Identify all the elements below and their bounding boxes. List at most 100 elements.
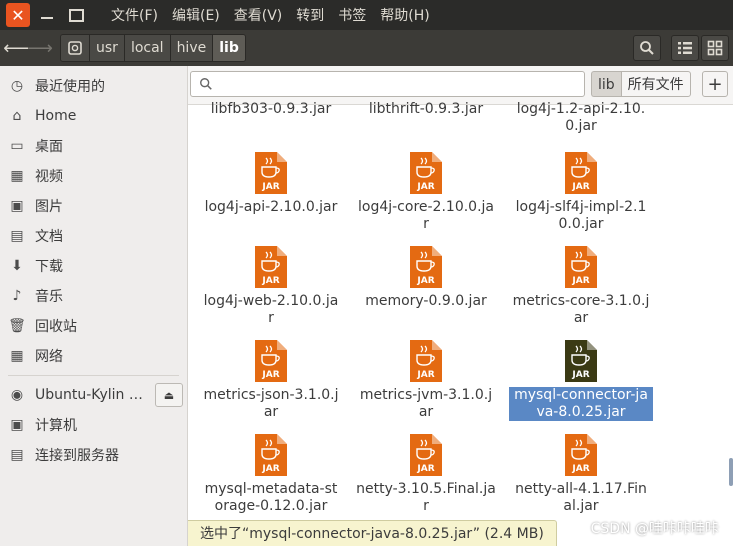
network-icon: ▦	[10, 348, 24, 364]
file-item[interactable]: JAR metrics-core-3.1.0.jar	[506, 244, 656, 327]
jar-label: JAR	[262, 370, 280, 380]
jar-file-icon: JAR	[408, 432, 444, 478]
file-name: mysql-connector-java-8.0.25.jar	[509, 387, 653, 421]
file-name: libfb303-0.9.3.jar	[210, 101, 332, 117]
sidebar-item[interactable]: ▣ 图片	[0, 191, 187, 221]
menu-item[interactable]: 书签	[331, 5, 373, 25]
breadcrumb-hive[interactable]: hive	[170, 35, 214, 61]
sidebar-item[interactable]: ▤ 文档	[0, 221, 187, 251]
file-name: metrics-core-3.1.0.jar	[512, 293, 650, 326]
sidebar-item-label: 回收站	[35, 319, 77, 335]
grid-view-button[interactable]	[701, 35, 729, 61]
jar-label: JAR	[572, 276, 590, 286]
breadcrumb: usr local hive lib	[60, 34, 246, 62]
back-button[interactable]: ⟵	[3, 35, 29, 61]
sidebar-item[interactable]: ◷ 最近使用的	[0, 71, 187, 101]
jar-label: JAR	[417, 464, 435, 474]
jar-file-icon: JAR	[253, 432, 289, 478]
plus-icon: +	[707, 73, 723, 95]
file-item[interactable]: JAR mysql-metadata-storage-0.12.0.jar	[196, 432, 346, 515]
list-view-icon	[678, 42, 692, 54]
sidebar-item[interactable]: ▦ 视频	[0, 161, 187, 191]
sidebar-item[interactable]: ⬇ 下载	[0, 251, 187, 281]
sidebar-item-label: 音乐	[35, 289, 63, 305]
sidebar-item[interactable]: ▤ 连接到服务器	[0, 440, 187, 470]
breadcrumb-local[interactable]: local	[124, 35, 171, 61]
jar-file-icon: JAR	[563, 244, 599, 290]
sidebar-item-label: 下载	[35, 259, 63, 275]
file-item[interactable]: JAR metrics-jvm-3.1.0.jar	[351, 338, 501, 421]
file-item[interactable]: libthrift-0.9.3.jar	[351, 98, 501, 118]
file-item[interactable]: JAR log4j-web-2.10.0.jar	[196, 244, 346, 327]
add-search-criteria-button[interactable]: +	[702, 71, 728, 97]
file-item[interactable]: JAR log4j-core-2.10.0.jar	[351, 150, 501, 233]
close-window-button[interactable]: ✕	[6, 3, 30, 27]
menu-items: 文件(F) 编辑(E) 查看(V) 转到 书签 帮助(H)	[104, 5, 437, 25]
jar-label: JAR	[572, 370, 590, 380]
sidebar-item[interactable]: ▦ 网络	[0, 341, 187, 371]
sidebar-item-label: 文档	[35, 229, 63, 245]
scope-all-files-button[interactable]: 所有文件	[620, 71, 691, 97]
file-name: metrics-jvm-3.1.0.jar	[359, 387, 493, 420]
search-scope: lib 所有文件	[591, 71, 691, 97]
jar-label: JAR	[262, 276, 280, 286]
sidebar-item[interactable]: 🗑 回收站	[0, 311, 187, 341]
file-item[interactable]: JAR log4j-api-2.10.0.jar	[196, 150, 346, 216]
breadcrumb-usr[interactable]: usr	[90, 35, 125, 61]
sidebar-item[interactable]: ⌂ Home	[0, 101, 187, 131]
menu-item[interactable]: 编辑(E)	[165, 5, 227, 25]
desktop-icon: ▭	[10, 138, 24, 154]
back-arrow-icon: ⟵	[3, 37, 29, 59]
file-item[interactable]: JAR memory-0.9.0.jar	[351, 244, 501, 310]
minimize-window-button[interactable]	[35, 3, 59, 27]
menu-item[interactable]: 文件(F)	[104, 5, 165, 25]
menu-item[interactable]: 转到	[289, 5, 331, 25]
file-item[interactable]: JAR netty-all-4.1.17.Final.jar	[506, 432, 656, 515]
trash-icon: 🗑	[8, 318, 26, 334]
jar-label: JAR	[417, 276, 435, 286]
file-item[interactable]: JAR log4j-slf4j-impl-2.10.0.jar	[506, 150, 656, 233]
search-input[interactable]	[190, 71, 585, 97]
breadcrumb-root-button[interactable]	[61, 35, 90, 61]
file-item[interactable]: libfb303-0.9.3.jar	[196, 98, 346, 118]
file-name: log4j-web-2.10.0.jar	[203, 293, 339, 326]
file-name: netty-all-4.1.17.Final.jar	[515, 481, 647, 514]
jar-file-icon: JAR	[563, 150, 599, 196]
clock-icon: ◷	[10, 78, 24, 94]
breadcrumb-lib[interactable]: lib	[213, 35, 245, 61]
file-name: log4j-slf4j-impl-2.10.0.jar	[515, 199, 647, 232]
music-icon: ♪	[12, 288, 22, 304]
search-button[interactable]	[633, 35, 661, 61]
sidebar: ◷ 最近使用的 ⌂ Home ▭ 桌面 ▦ 视频 ▣ 图片 ▤ 文档 ⬇ 下载 ♪ 音乐 🗑 回收站 ▦ 网络 ◉ Ubu…	[0, 66, 188, 546]
file-item[interactable]: JAR mysql-connector-java-8.0.25.jar	[506, 338, 656, 421]
file-item[interactable]: JAR netty-3.10.5.Final.jar	[351, 432, 501, 515]
jar-file-icon: JAR	[408, 150, 444, 196]
file-item[interactable]: log4j-1.2-api-2.10.0.jar	[506, 98, 656, 135]
sidebar-item[interactable]: ▭ 桌面	[0, 131, 187, 161]
picture-icon: ▣	[10, 198, 24, 214]
jar-file-icon: JAR	[253, 244, 289, 290]
toolbar-right	[633, 35, 729, 61]
jar-label: JAR	[262, 182, 280, 192]
sidebar-item-label: Home	[35, 108, 77, 124]
scrollbar-thumb[interactable]	[729, 458, 733, 486]
sidebar-item[interactable]: ◉ Ubuntu-Kylin 1… ⏏	[0, 380, 187, 410]
menu-item[interactable]: 查看(V)	[227, 5, 290, 25]
sidebar-item[interactable]: ▣ 计算机	[0, 410, 187, 440]
maximize-icon	[68, 8, 84, 22]
sidebar-item-label: 视频	[35, 169, 63, 185]
list-view-button[interactable]	[671, 35, 699, 61]
sidebar-item-label: 连接到服务器	[35, 448, 119, 464]
menu-item[interactable]: 帮助(H)	[373, 5, 436, 25]
drive-icon	[68, 41, 82, 55]
jar-label: JAR	[572, 464, 590, 474]
toolbar: ⟵ ⟶ usr local hive lib	[0, 30, 733, 66]
eject-button[interactable]: ⏏	[155, 383, 183, 407]
forward-button[interactable]: ⟶	[27, 35, 53, 61]
sidebar-item[interactable]: ♪ 音乐	[0, 281, 187, 311]
server-icon: ▤	[10, 447, 24, 463]
file-item[interactable]: JAR metrics-json-3.1.0.jar	[196, 338, 346, 421]
maximize-window-button[interactable]	[64, 3, 88, 27]
file-name: log4j-core-2.10.0.jar	[357, 199, 494, 232]
scope-current-folder-button[interactable]: lib	[591, 71, 621, 97]
